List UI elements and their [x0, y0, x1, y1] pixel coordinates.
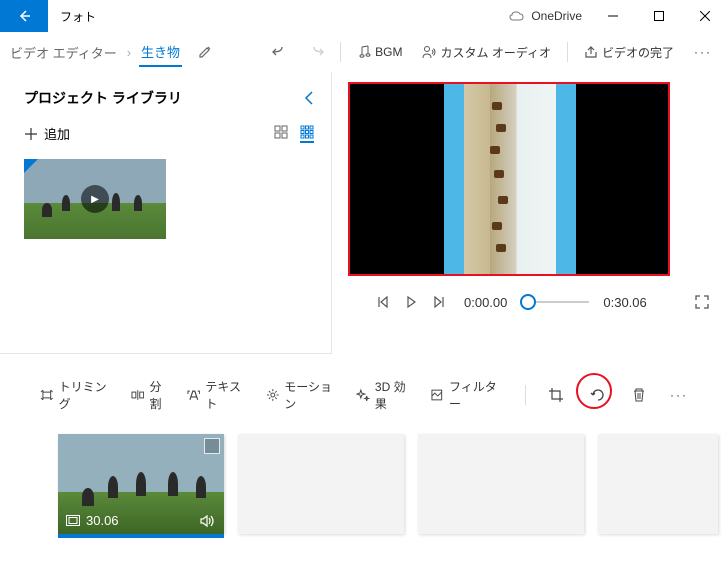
export-icon — [584, 45, 598, 59]
seek-thumb[interactable] — [520, 294, 536, 310]
person-audio-icon — [422, 45, 436, 59]
plus-icon — [24, 127, 38, 141]
more-button[interactable]: ··· — [686, 41, 720, 63]
storyboard: 30.06 — [0, 418, 728, 534]
split-icon — [131, 388, 145, 402]
library-panel: プロジェクト ライブラリ 追加 — [0, 72, 330, 362]
breadcrumb-project[interactable]: 生き物 — [139, 38, 182, 67]
crop-button[interactable] — [544, 383, 568, 407]
undo-button[interactable] — [264, 40, 296, 64]
crop-icon — [548, 387, 564, 403]
text-button[interactable]: テキスト — [187, 378, 252, 412]
library-title: プロジェクト ライブラリ — [24, 88, 182, 108]
split-button[interactable]: 分割 — [131, 378, 173, 412]
prev-frame-button[interactable] — [376, 295, 390, 309]
play-overlay-icon: ▶ — [81, 185, 109, 213]
collapse-library-button[interactable] — [304, 90, 314, 106]
storyboard-empty-slot[interactable] — [238, 434, 404, 534]
seek-slider[interactable] — [521, 301, 589, 303]
add-media-button[interactable]: 追加 — [24, 124, 70, 143]
aspect-icon — [66, 515, 80, 526]
current-time: 0:00.00 — [464, 295, 507, 310]
custom-audio-button[interactable]: カスタム オーディオ — [414, 40, 559, 65]
next-frame-button[interactable] — [432, 295, 446, 309]
finish-video-button[interactable]: ビデオの完了 — [576, 40, 682, 65]
storyboard-empty-slot[interactable] — [418, 434, 584, 534]
text-icon — [187, 388, 201, 402]
filter-button[interactable]: フィルター — [430, 378, 507, 412]
grid-small-icon[interactable] — [300, 125, 314, 143]
clip-volume-button[interactable] — [200, 514, 216, 528]
highlight-circle — [576, 373, 612, 409]
trim-icon — [40, 388, 54, 402]
clip-duration: 30.06 — [86, 513, 119, 528]
chevron-right-icon: › — [127, 45, 131, 60]
duration-time: 0:30.06 — [603, 295, 646, 310]
minimize-button[interactable] — [590, 0, 636, 32]
breadcrumb-editor[interactable]: ビデオ エディター — [8, 39, 119, 66]
preview-player[interactable] — [348, 82, 670, 276]
fullscreen-button[interactable] — [694, 294, 710, 310]
3d-effects-button[interactable]: 3D 効果 — [356, 378, 416, 412]
redo-button[interactable] — [300, 40, 332, 64]
grid-large-icon[interactable] — [274, 125, 288, 143]
trash-icon — [632, 387, 646, 403]
maximize-button[interactable] — [636, 0, 682, 32]
close-button[interactable] — [682, 0, 728, 32]
more-clip-button[interactable]: ··· — [670, 388, 688, 402]
rotate-button[interactable] — [582, 379, 614, 411]
storyboard-clip[interactable]: 30.06 — [58, 434, 224, 534]
motion-button[interactable]: モーション — [266, 378, 343, 412]
library-clip-thumbnail[interactable]: ▶ — [24, 159, 166, 239]
music-icon — [357, 45, 371, 59]
sparkle-icon — [356, 388, 370, 402]
clip-checkbox[interactable] — [204, 438, 220, 454]
edit-title-button[interactable] — [198, 45, 212, 59]
cloud-icon — [509, 11, 525, 21]
onedrive-status[interactable]: OneDrive — [501, 9, 590, 23]
bgm-button[interactable]: BGM — [349, 41, 410, 63]
trim-button[interactable]: トリミング — [40, 378, 117, 412]
delete-button[interactable] — [628, 383, 650, 407]
play-button[interactable] — [404, 295, 418, 309]
filter-icon — [430, 388, 444, 402]
storyboard-empty-slot[interactable] — [598, 434, 718, 534]
app-title: フォト — [60, 8, 96, 25]
motion-icon — [266, 388, 280, 402]
back-button[interactable] — [0, 0, 48, 32]
